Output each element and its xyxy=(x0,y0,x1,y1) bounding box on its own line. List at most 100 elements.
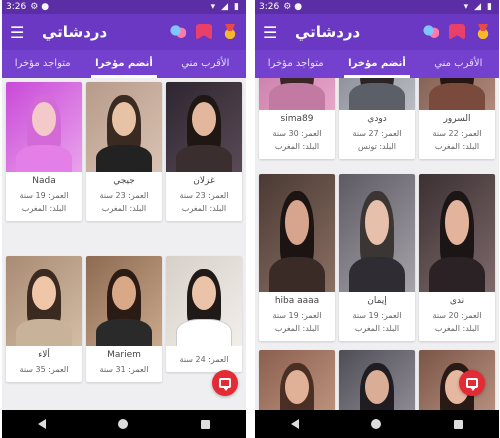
profile-card[interactable]: غزلان العمر: 23 سنة البلد: المغرب xyxy=(166,82,242,221)
profile-card[interactable] xyxy=(259,350,335,410)
tab-nearest[interactable]: الأقرب مني xyxy=(418,50,499,78)
profile-photo xyxy=(339,174,415,292)
profile-card[interactable]: دودي العمر: 27 سنة البلد: تونس xyxy=(339,78,415,159)
profile-card[interactable]: sima89 العمر: 30 سنة البلد: المغرب xyxy=(259,78,335,159)
nav-back-icon[interactable] xyxy=(291,419,300,429)
profile-age: العمر: 19 سنة xyxy=(352,311,402,320)
notification-status-icon: ● xyxy=(294,2,303,12)
tab-recently-online[interactable]: متواجد مؤخرا xyxy=(2,50,83,78)
profile-country: البلد: المغرب xyxy=(434,324,480,333)
bookmark-ribbon-icon[interactable] xyxy=(196,24,212,40)
app-bar: ☰ دردشاتي xyxy=(255,14,499,50)
app-title: دردشاتي xyxy=(42,23,108,41)
tab-recently-joined[interactable]: أنضم مؤخرا xyxy=(336,50,417,78)
profile-card[interactable]: hiba aaaa العمر: 19 سنة البلد: المغرب xyxy=(259,174,335,341)
profile-name: ندى xyxy=(449,296,465,306)
profile-photo xyxy=(166,82,242,172)
profile-name: جيجي xyxy=(113,176,135,186)
profile-photo xyxy=(419,78,495,110)
status-bar: 3:26 ⚙ ● ▾ ◢ ▮ xyxy=(255,0,499,14)
nav-recents-icon[interactable] xyxy=(200,419,210,429)
phone-screen-right: 3:26 ⚙ ● ▾ ◢ ▮ ☰ دردشاتي متواجد مؤخرا أن… xyxy=(255,0,499,438)
app-title: دردشاتي xyxy=(295,23,361,41)
profile-grid: sima89 العمر: 30 سنة البلد: المغرب دودي … xyxy=(255,78,499,410)
profile-age: العمر: 20 سنة xyxy=(432,311,482,320)
signal-icon: ◢ xyxy=(221,2,229,12)
profile-country: البلد: المغرب xyxy=(181,204,227,213)
profile-card[interactable]: ألاء العمر: 35 سنة xyxy=(6,256,82,382)
settings-status-icon: ⚙ xyxy=(30,2,39,12)
profile-name: ألاء xyxy=(38,350,50,360)
profile-photo xyxy=(6,256,82,346)
profile-age: العمر: 23 سنة xyxy=(99,191,149,200)
profile-age: العمر: 31 سنة xyxy=(99,365,149,374)
profile-age: العمر: 35 سنة xyxy=(19,365,69,374)
battery-icon: ▮ xyxy=(234,2,239,12)
nav-home-icon[interactable] xyxy=(118,419,129,429)
profile-card[interactable]: Nada العمر: 19 سنة البلد: المغرب xyxy=(6,82,82,221)
profile-card[interactable]: العمر: 24 سنة xyxy=(166,256,242,372)
battery-icon: ▮ xyxy=(487,2,492,12)
profile-age: العمر: 23 سنة xyxy=(179,191,229,200)
chat-bubble-icon xyxy=(219,378,231,391)
profile-photo xyxy=(259,174,335,292)
status-time: 3:26 xyxy=(259,2,280,12)
wifi-icon: ▾ xyxy=(463,2,469,12)
profile-photo xyxy=(259,78,335,110)
profile-photo xyxy=(166,256,242,346)
profile-country: البلد: المغرب xyxy=(274,142,320,151)
profile-age: العمر: 24 سنة xyxy=(179,355,229,364)
profile-photo xyxy=(339,350,415,410)
signal-icon: ◢ xyxy=(474,2,482,12)
menu-icon[interactable]: ☰ xyxy=(263,23,281,42)
profile-card[interactable]: جيجي العمر: 23 سنة البلد: المغرب xyxy=(86,82,162,221)
profile-country: البلد: المغرب xyxy=(434,142,480,151)
profile-age: العمر: 19 سنة xyxy=(272,311,322,320)
system-nav-bar xyxy=(255,410,499,438)
profile-card[interactable] xyxy=(339,350,415,410)
profile-card[interactable]: ندى العمر: 20 سنة البلد: المغرب xyxy=(419,174,495,341)
tab-recently-online[interactable]: متواجد مؤخرا xyxy=(255,50,336,78)
bookmark-ribbon-icon[interactable] xyxy=(449,24,465,40)
phone-screen-left: 3:26 ⚙ ● ▾ ◢ ▮ ☰ دردشاتي متواجد مؤخرا أن… xyxy=(2,0,246,438)
profile-photo xyxy=(6,82,82,172)
profile-age: العمر: 27 سنة xyxy=(352,129,402,138)
tab-nearest[interactable]: الأقرب مني xyxy=(165,50,246,78)
profile-name: غزلان xyxy=(193,176,215,186)
profile-age: العمر: 22 سنة xyxy=(432,129,482,138)
profile-name: السرور xyxy=(443,114,471,124)
profile-photo xyxy=(86,82,162,172)
profile-age: العمر: 30 سنة xyxy=(272,129,322,138)
profile-card[interactable]: إيمان العمر: 19 سنة البلد: المغرب xyxy=(339,174,415,341)
friends-icon[interactable] xyxy=(423,24,439,40)
chat-fab-button[interactable] xyxy=(459,370,485,396)
nav-back-icon[interactable] xyxy=(38,419,47,429)
nav-recents-icon[interactable] xyxy=(453,419,463,429)
menu-icon[interactable]: ☰ xyxy=(10,23,28,42)
medal-icon[interactable] xyxy=(475,24,491,40)
profile-country: البلد: المغرب xyxy=(101,204,147,213)
profile-country: البلد: المغرب xyxy=(354,324,400,333)
nav-home-icon[interactable] xyxy=(371,419,382,429)
profile-name: sima89 xyxy=(280,114,314,124)
chat-fab-button[interactable] xyxy=(212,370,238,396)
tab-bar: متواجد مؤخرا أنضم مؤخرا الأقرب مني xyxy=(2,50,246,78)
profile-photo xyxy=(339,78,415,110)
system-nav-bar xyxy=(2,410,246,438)
profile-photo xyxy=(419,174,495,292)
tab-recently-joined[interactable]: أنضم مؤخرا xyxy=(83,50,164,78)
profile-name: إيمان xyxy=(367,296,387,306)
profile-name: دودي xyxy=(367,114,387,124)
profile-age: العمر: 19 سنة xyxy=(19,191,69,200)
app-bar: ☰ دردشاتي xyxy=(2,14,246,50)
friends-icon[interactable] xyxy=(170,24,186,40)
profile-card[interactable]: Mariem العمر: 31 سنة xyxy=(86,256,162,382)
profile-name: Mariem xyxy=(107,350,141,360)
tab-bar: متواجد مؤخرا أنضم مؤخرا الأقرب مني xyxy=(255,50,499,78)
profile-name: hiba aaaa xyxy=(274,296,320,306)
profile-country: البلد: المغرب xyxy=(274,324,320,333)
medal-icon[interactable] xyxy=(222,24,238,40)
profile-country: البلد: تونس xyxy=(358,142,396,151)
wifi-icon: ▾ xyxy=(210,2,216,12)
profile-card[interactable]: السرور العمر: 22 سنة البلد: المغرب xyxy=(419,78,495,159)
